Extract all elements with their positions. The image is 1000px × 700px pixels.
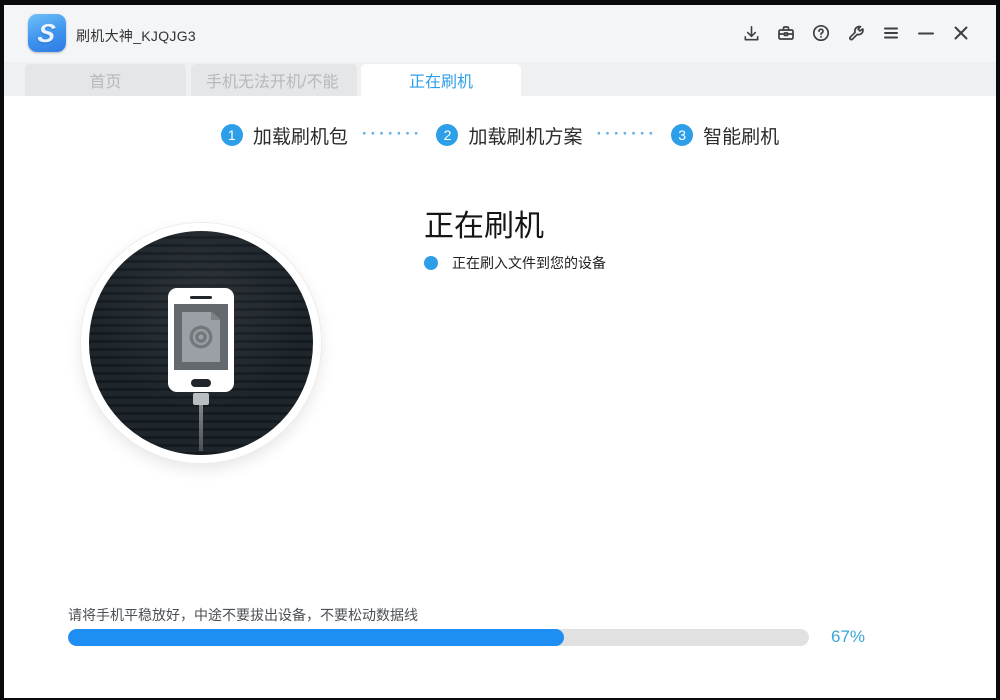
step-2-badge: 2 (436, 124, 458, 146)
step-3-badge: 3 (671, 124, 693, 146)
tab-cannot-boot[interactable]: 手机无法开机/不能 (191, 64, 357, 96)
progress-bar (68, 629, 809, 646)
titlebar-icons (740, 22, 972, 44)
step-3-label: 智能刷机 (703, 122, 779, 149)
step-load-package: 1 加载刷机包 (221, 122, 348, 149)
tab-flashing-label: 正在刷机 (409, 68, 473, 92)
help-icon[interactable] (810, 22, 832, 44)
progress-percent-label: 67% (831, 627, 865, 647)
step-2-label: 加载刷机方案 (468, 122, 582, 149)
step-load-scheme: 2 加载刷机方案 (436, 122, 582, 149)
rom-file-icon (182, 312, 220, 362)
tab-flashing[interactable]: 正在刷机 (361, 64, 521, 96)
app-logo-icon: S (28, 14, 66, 52)
wrench-icon[interactable] (845, 22, 867, 44)
app-logo-letter: S (37, 20, 57, 46)
download-icon[interactable] (740, 22, 762, 44)
close-icon[interactable] (950, 22, 972, 44)
titlebar: S 刷机大神_KJQJG3 (4, 5, 996, 62)
tab-bar: 首页 手机无法开机/不能 正在刷机 (4, 62, 996, 96)
app-window: S 刷机大神_KJQJG3 (0, 0, 1000, 700)
step-1-badge: 1 (221, 124, 243, 146)
device-illustration (81, 223, 321, 463)
window-title: 刷机大神_KJQJG3 (76, 26, 196, 46)
toolbox-icon[interactable] (775, 22, 797, 44)
status-row: 正在刷入文件到您的设备 (424, 253, 606, 273)
step-separator-dots: ······· (362, 125, 423, 142)
tab-home-label: 首页 (89, 68, 121, 92)
status-text: 正在刷入文件到您的设备 (452, 253, 606, 273)
minimize-icon[interactable] (915, 22, 937, 44)
flash-stepper: 1 加载刷机包 ······· 2 加载刷机方案 ······· 3 智能刷机 (4, 115, 996, 155)
phone-screen (174, 304, 228, 370)
status-bullet-icon (424, 256, 438, 270)
progress-fill (68, 629, 564, 646)
phone-icon (168, 288, 234, 392)
usb-plug-icon (193, 393, 209, 405)
tab-home[interactable]: 首页 (25, 64, 186, 96)
menu-icon[interactable] (880, 22, 902, 44)
phone-speaker (190, 296, 212, 299)
step-separator-dots: ······· (597, 125, 658, 142)
step-smart-flash: 3 智能刷机 (671, 122, 779, 149)
step-1-label: 加载刷机包 (253, 122, 348, 149)
usb-cable (199, 405, 203, 451)
swirl-logo-icon (186, 322, 216, 352)
phone-home-button (191, 379, 211, 387)
page-title: 正在刷机 (424, 201, 544, 245)
tab-cannot-boot-label: 手机无法开机/不能 (206, 68, 342, 92)
instruction-text: 请将手机平稳放好，中途不要拔出设备，不要松动数据线 (68, 605, 418, 625)
